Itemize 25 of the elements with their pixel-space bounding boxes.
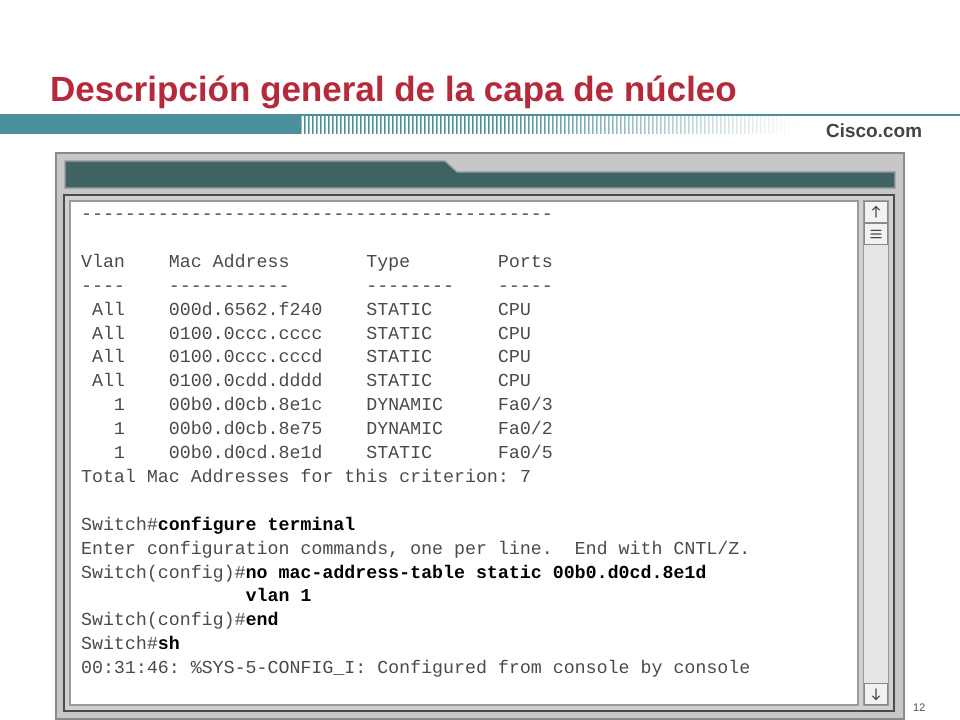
terminal-line: All 0100.0ccc.cccd STATIC CPU: [90, 347, 532, 370]
terminal-line: Switch(config)#end: [81, 610, 280, 634]
scroll-up-icon[interactable]: [864, 201, 888, 223]
terminal-line: All 0100.0cdd.dddd STATIC CPU: [90, 371, 532, 394]
terminal-line: All 000d.6562.f240 STATIC CPU: [90, 300, 532, 323]
terminal-line: 1 00b0.d0cb.8e1c DYNAMIC Fa0/3: [112, 395, 554, 418]
terminal-line: 00:31:46: %SYS-5-CONFIG_I: Configured from console by console: [81, 658, 752, 682]
terminal-line: 1 00b0.d0cb.8e75 DYNAMIC Fa0/2: [112, 419, 554, 442]
slide-title: Descripción general de la capa de núcleo: [49, 69, 738, 111]
terminal-line: Vlan Mac Address Type Ports: [81, 252, 554, 275]
terminal-line: 1 00b0.d0cd.8e1d STATIC Fa0/5: [112, 443, 554, 466]
terminal-line: -------------------------------------------: [81, 204, 554, 227]
terminal-line: ---- ----------- -------- -----: [81, 276, 554, 299]
terminal-line: vlan 1: [244, 586, 312, 610]
terminal-line: Enter configuration commands, one per line. End with CNTL/Z.: [81, 538, 752, 562]
page-number: 12: [913, 700, 926, 716]
terminal-line: Switch#sh: [81, 634, 181, 658]
terminal-line: All 0100.0ccc.cccc STATIC CPU: [90, 324, 532, 347]
scrollbar[interactable]: [863, 200, 889, 706]
terminal-line: Total Mac Addresses for this criterion: 7: [81, 466, 532, 490]
menu-icon[interactable]: [864, 223, 888, 245]
brand-text: Cisco.com: [826, 120, 922, 144]
terminal-line: Switch(config)#no mac-address-table static 00b0.d0cd.8e1d: [81, 562, 708, 586]
terminal-line: Switch#configure terminal: [81, 514, 356, 538]
scroll-down-icon[interactable]: [864, 683, 888, 705]
